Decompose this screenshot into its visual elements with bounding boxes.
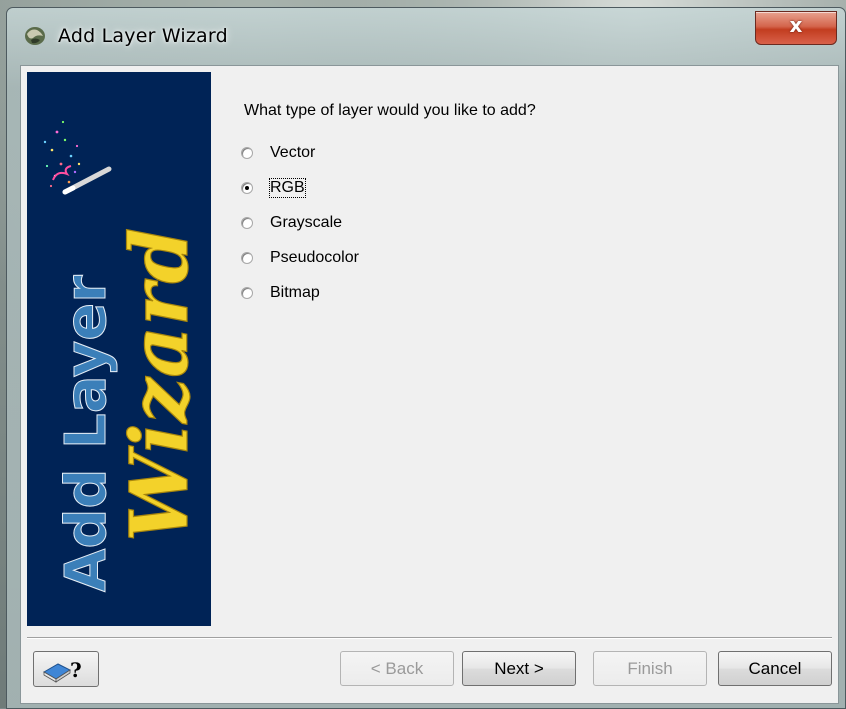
cancel-button[interactable]: Cancel	[718, 651, 832, 686]
footer-separator	[27, 637, 832, 639]
book-help-icon: ?	[43, 658, 82, 683]
wizard-client-area: Add Layer Wizard What type of layer woul…	[20, 65, 839, 704]
wizard-window: Add Layer Wizard x Add Layer Wizard What…	[6, 7, 846, 709]
radio-grayscale[interactable]	[241, 217, 253, 229]
window-title: Add Layer Wizard	[58, 25, 228, 47]
banner-line2: Wizard	[112, 228, 206, 542]
banner-line1: Add Layer	[54, 275, 119, 592]
finish-button[interactable]: Finish	[593, 651, 707, 686]
radio-bitmap[interactable]	[241, 287, 253, 299]
banner-graphic: Add Layer Wizard	[43, 120, 207, 593]
option-bitmap-label[interactable]: Bitmap	[270, 284, 320, 302]
option-pseudocolor[interactable]: Pseudocolor	[241, 249, 536, 284]
layer-type-panel: What type of layer would you like to add…	[241, 102, 536, 319]
title-bar[interactable]: Add Layer Wizard x	[7, 8, 845, 60]
radio-rgb[interactable]	[241, 182, 253, 194]
close-button[interactable]: x	[755, 11, 837, 45]
option-rgb-label[interactable]: RGB	[269, 178, 306, 198]
layer-type-question: What type of layer would you like to add…	[244, 102, 536, 119]
option-rgb[interactable]: RGB	[241, 178, 536, 214]
wizard-banner: Add Layer Wizard	[27, 72, 211, 626]
option-vector-label[interactable]: Vector	[270, 144, 315, 162]
next-button[interactable]: Next >	[462, 651, 576, 686]
option-vector[interactable]: Vector	[241, 144, 536, 179]
magic-wand-icon	[43, 120, 112, 195]
option-grayscale[interactable]: Grayscale	[241, 214, 536, 249]
option-bitmap[interactable]: Bitmap	[241, 284, 536, 319]
help-button[interactable]: ?	[33, 651, 99, 687]
help-question-glyph: ?	[70, 658, 82, 682]
radio-pseudocolor[interactable]	[241, 252, 253, 264]
option-pseudocolor-label[interactable]: Pseudocolor	[270, 249, 359, 267]
close-icon: x	[789, 13, 803, 37]
app-globe-icon	[25, 27, 45, 45]
back-button[interactable]: < Back	[340, 651, 454, 686]
option-grayscale-label[interactable]: Grayscale	[270, 214, 342, 232]
radio-vector[interactable]	[241, 147, 253, 159]
